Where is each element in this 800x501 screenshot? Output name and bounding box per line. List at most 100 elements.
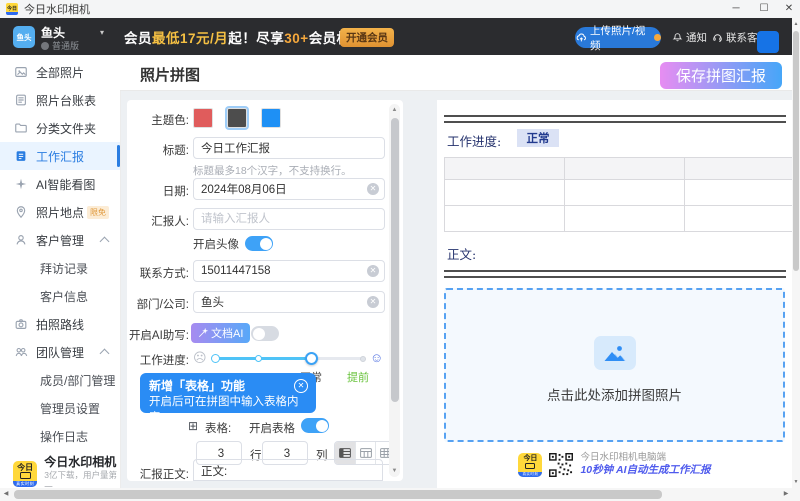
maximize-button[interactable]: ☐ xyxy=(750,0,778,18)
sidebar-item-members[interactable]: 成员/部门管理 xyxy=(0,366,120,394)
progress-label: 工作进度: xyxy=(127,352,189,368)
qr-caption: 今日水印相机电脑端 xyxy=(580,452,710,464)
collapse-chevron-icon[interactable] xyxy=(100,237,110,247)
contact-field[interactable]: ✕ xyxy=(193,260,385,282)
page-title: 照片拼图 xyxy=(140,64,200,85)
date-field[interactable]: ✕ xyxy=(193,178,385,200)
qr-code xyxy=(549,453,573,477)
cloud-upload-icon xyxy=(575,32,587,44)
image-placeholder-icon xyxy=(594,336,636,370)
table-feature-tooltip: 新增「表格」功能 开启后可在拼图中输入表格内容 ✕ xyxy=(140,373,316,413)
sidebar-item-photo-location[interactable]: 照片地点 限免 xyxy=(0,198,120,226)
form-scrollbar[interactable]: ▲ ▼ xyxy=(389,104,400,477)
app-icon: 今日 xyxy=(6,3,18,15)
ai-switch[interactable] xyxy=(251,326,279,341)
slider-handle[interactable] xyxy=(305,352,318,365)
progress-track-active xyxy=(215,357,312,360)
add-photos-dropzone[interactable]: 点击此处添加拼图照片 xyxy=(444,288,785,442)
scroll-down-icon[interactable]: ▼ xyxy=(792,479,800,485)
scroll-up-icon[interactable]: ▲ xyxy=(389,107,400,113)
department-input[interactable] xyxy=(199,295,367,309)
sidebar-item-ledger[interactable]: 照片台账表 xyxy=(0,86,120,114)
contact-input[interactable] xyxy=(199,264,367,278)
sidebar-item-work-report[interactable]: 工作汇报 xyxy=(0,142,120,170)
save-collage-button[interactable]: 保存拼图汇报 xyxy=(660,62,782,89)
clear-icon[interactable]: ✕ xyxy=(367,183,379,195)
slider-stop-2[interactable] xyxy=(255,355,262,362)
theme-swatch-blue[interactable] xyxy=(261,108,281,128)
title-input[interactable] xyxy=(199,141,379,155)
sidebar-item-ai-view[interactable]: AI智能看图 xyxy=(0,170,120,198)
slider-stop-1[interactable] xyxy=(211,354,220,363)
title-field[interactable] xyxy=(193,137,385,159)
department-label: 部门/公司: xyxy=(127,296,189,312)
upload-button[interactable]: 上传照片/视频 xyxy=(575,27,661,48)
slider-stop-4[interactable] xyxy=(360,356,366,362)
clear-icon[interactable]: ✕ xyxy=(367,265,379,277)
customers-icon xyxy=(14,233,28,247)
window-horizontal-scrollbar[interactable]: ◀ ▶ xyxy=(0,488,792,501)
folder-icon xyxy=(14,121,28,135)
scroll-left-icon[interactable]: ◀ xyxy=(0,488,12,501)
department-field[interactable]: ✕ xyxy=(193,291,385,313)
upgrade-button[interactable]: 开通会员 xyxy=(340,28,394,47)
header-partial-button[interactable] xyxy=(757,31,779,53)
hscroll-thumb[interactable] xyxy=(14,490,662,499)
user-caret-icon[interactable]: ▾ xyxy=(100,28,104,37)
add-photos-text: 点击此处添加拼图照片 xyxy=(446,384,783,404)
theme-swatch-red[interactable] xyxy=(193,108,213,128)
avatar-switch[interactable] xyxy=(245,236,273,251)
reporter-field[interactable] xyxy=(193,208,385,230)
sidebar-item-visit-records[interactable]: 拜访记录 xyxy=(0,254,120,282)
date-label: 日期: xyxy=(127,183,189,199)
brand-title: 今日水印相机 xyxy=(44,455,120,469)
title-hint: 标题最多18个汉字，不支持换行。 xyxy=(193,163,352,178)
camera-route-icon xyxy=(14,317,28,331)
sidebar-item-folders[interactable]: 分类文件夹 xyxy=(0,114,120,142)
sidebar-item-admin-settings[interactable]: 管理员设置 xyxy=(0,394,120,422)
sidebar-item-photo-routes[interactable]: 拍照路线 xyxy=(0,310,120,338)
bell-icon xyxy=(672,32,683,43)
preview-progress-label: 工作进度: xyxy=(447,131,501,150)
theme-swatch-dark[interactable] xyxy=(227,108,247,128)
report-body-textarea[interactable]: 正文: xyxy=(193,459,383,481)
scroll-up-icon[interactable]: ▲ xyxy=(792,21,800,27)
window-vertical-scrollbar[interactable]: ▲ ▼ xyxy=(792,18,800,488)
close-button[interactable]: ✕ xyxy=(778,0,800,18)
sidebar-item-all-photos[interactable]: 全部照片 xyxy=(0,58,120,86)
date-input[interactable] xyxy=(199,182,367,196)
clear-icon[interactable]: ✕ xyxy=(367,296,379,308)
brand-logo: 今日 真实时刻 xyxy=(518,453,542,477)
collage-form: 主题色: 标题: 标题最多18个汉字，不支持换行。 日期: ✕ 汇报人: 开启头… xyxy=(127,100,403,481)
collapse-chevron-icon[interactable] xyxy=(100,349,110,359)
scroll-right-icon[interactable]: ▶ xyxy=(780,488,792,501)
photos-icon xyxy=(14,65,28,79)
ai-doc-badge[interactable]: 文档AI xyxy=(191,323,250,343)
minimize-button[interactable]: ─ xyxy=(722,0,750,18)
plan-label: 普通版 xyxy=(41,39,79,52)
qr-slogan: 10秒钟 AI自动生成工作汇报 xyxy=(580,464,710,477)
free-badge: 限免 xyxy=(87,206,109,219)
avatar[interactable]: 鱼头 xyxy=(13,26,35,48)
avatar-switch-label: 开启头像 xyxy=(193,236,239,252)
sidebar-item-team[interactable]: 团队管理 xyxy=(0,338,120,366)
brand-logo: 今日 真实时刻 xyxy=(13,461,37,487)
sidebar: 全部照片 照片台账表 分类文件夹 工作汇报 AI智能看图 照片地点 限免 客户管… xyxy=(0,55,121,488)
app-header: 鱼头 鱼头 普通版 ▾ 会员最低17元/月起！尽享30+会员权益 开通会员 上传… xyxy=(0,18,792,55)
reporter-input[interactable] xyxy=(199,212,379,226)
preview-table xyxy=(444,157,792,232)
sad-face-icon: ☹ xyxy=(193,351,207,364)
form-scrollbar-thumb[interactable] xyxy=(391,118,399,402)
ledger-icon xyxy=(14,93,28,107)
tooltip-close-icon[interactable]: ✕ xyxy=(294,379,308,393)
sidebar-item-customers[interactable]: 客户管理 xyxy=(0,226,120,254)
progress-option-ahead[interactable]: 提前 xyxy=(344,369,372,385)
scroll-down-icon[interactable]: ▼ xyxy=(389,468,400,474)
sidebar-item-operation-log[interactable]: 操作日志 xyxy=(0,422,120,450)
sidebar-item-customer-info[interactable]: 客户信息 xyxy=(0,282,120,310)
happy-face-icon: ☺ xyxy=(370,351,383,364)
notifications-button[interactable]: 通知 xyxy=(672,30,707,45)
wand-icon xyxy=(198,328,208,338)
vscroll-thumb[interactable] xyxy=(793,31,799,271)
ai-label: 开启AI助写: xyxy=(127,327,189,343)
